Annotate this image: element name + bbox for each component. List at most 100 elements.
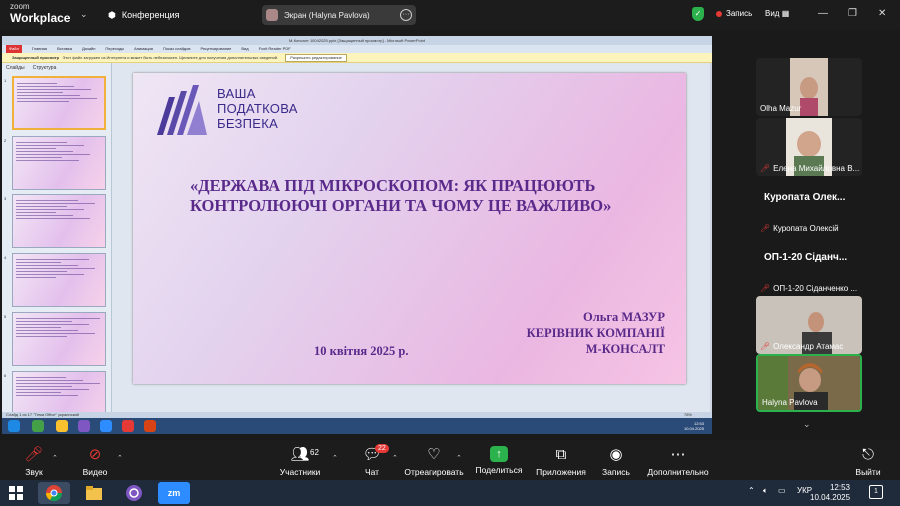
- security-shield-icon[interactable]: ✓: [692, 7, 704, 21]
- thumb-text-line: [16, 157, 62, 158]
- ppt-status-text: Слайд 1 из 17 "Тема Office" украинский: [6, 412, 79, 417]
- tab-slides[interactable]: Слайды: [6, 65, 25, 71]
- participant-tile[interactable]: 🎤︎ Олександр Атамас: [756, 296, 862, 354]
- ppt-ribbon-tab[interactable]: Анимация: [134, 45, 153, 53]
- participant-tile[interactable]: ОП-1-20 Сіданч... 🎤︎ ОП-1-20 Сіданченко .…: [756, 238, 862, 296]
- ppt-ribbon-tabs: Файл Главная Вставка Дизайн Переходы Анимация…: [2, 45, 712, 53]
- ppt-ribbon-tab[interactable]: Вид: [241, 45, 248, 53]
- participants-icon: 👥︎: [290, 446, 310, 463]
- participant-tile-active-speaker[interactable]: Halyna Pavlova: [756, 354, 862, 412]
- leave-button[interactable]: ⎋ Выйти: [828, 446, 900, 477]
- thumb-text-line: [16, 330, 78, 331]
- ppt-ribbon-tab[interactable]: Вставка: [57, 45, 72, 53]
- view-button[interactable]: Вид ▦: [765, 9, 789, 18]
- participant-name-text: Halyna Pavlova: [762, 398, 818, 407]
- slide-thumbnail[interactable]: [12, 76, 106, 130]
- thumb-text-line: [17, 86, 74, 87]
- tray-arrow-icon[interactable]: ⌃: [748, 486, 755, 495]
- remote-start-icon[interactable]: [8, 420, 20, 432]
- participant-tile[interactable]: 🎤︎ Елена Михайловна В...: [756, 118, 862, 176]
- remote-chrome2-icon[interactable]: [122, 420, 134, 432]
- screen-share-pill[interactable]: Экран (Halyna Pavlova) ···: [262, 5, 416, 25]
- conference-label: Конференция: [121, 10, 180, 20]
- leave-icon: ⎋: [862, 446, 874, 463]
- slide-date: 10 квітня 2025 р.: [314, 344, 409, 358]
- remote-folder-icon[interactable]: [56, 420, 68, 432]
- restore-icon[interactable]: ❐: [848, 8, 857, 19]
- slide-thumbnail[interactable]: [12, 253, 106, 307]
- chrome-taskbar-icon[interactable]: [38, 482, 70, 504]
- ppt-ribbon-tab[interactable]: Дизайн: [82, 45, 95, 53]
- ppt-ribbon-tab[interactable]: Показ слайдов: [163, 45, 191, 53]
- gallery-scroll-down-icon[interactable]: ⌄: [803, 419, 811, 430]
- thumb-text-line: [16, 333, 95, 334]
- minimize-icon[interactable]: —: [818, 8, 828, 19]
- remote-chrome-icon[interactable]: [32, 420, 44, 432]
- windows-clock[interactable]: 12:53 10.04.2025: [810, 483, 850, 503]
- viber-taskbar-icon[interactable]: [118, 482, 150, 504]
- slides-panel: Слайды Структура 1 2 3 4 5 6: [2, 63, 112, 425]
- participant-name: Halyna Pavlova: [762, 398, 818, 407]
- current-slide: ВАША ПОДАТКОВА БЕЗПЕКА «ДЕРЖАВА ПІД МІКР…: [133, 73, 686, 384]
- thumb-text-line: [17, 98, 97, 99]
- slide-thumbnail[interactable]: [12, 194, 106, 248]
- tab-outline[interactable]: Структура: [33, 65, 57, 71]
- thumb-text-line: [16, 386, 72, 387]
- thumb-text-line: [16, 212, 56, 213]
- ppt-ribbon-tab[interactable]: Рецензирование: [201, 45, 232, 53]
- chrome-icon: [46, 485, 62, 501]
- ppt-ribbon-tab[interactable]: Файл: [6, 45, 22, 53]
- remote-powerpoint-icon[interactable]: [144, 420, 156, 432]
- thumb-text-line: [16, 321, 72, 322]
- slide-thumb-number: 5: [4, 314, 7, 319]
- remote-zoom-icon[interactable]: [100, 420, 112, 432]
- close-icon[interactable]: ✕: [878, 8, 886, 19]
- clock-time: 12:53: [829, 483, 850, 492]
- remote-viber-icon[interactable]: [78, 420, 90, 432]
- logo-line-2: ПОДАТКОВА: [217, 101, 298, 116]
- ppt-ribbon-tab[interactable]: Foxit Reader PDF: [259, 45, 291, 53]
- thumb-text-line: [16, 200, 78, 201]
- ppt-ribbon-tab[interactable]: Переходы: [105, 45, 124, 53]
- notification-count: 1: [874, 488, 878, 495]
- reactions-label: Отреагировать: [404, 467, 464, 477]
- ppt-ribbon-tab[interactable]: Главная: [32, 45, 47, 53]
- protected-view-prefix: Защищенный просмотр: [12, 55, 60, 60]
- slide-thumbnail[interactable]: [12, 136, 106, 190]
- more-icon: ⋯: [670, 446, 686, 463]
- slide-author-block: Ольга МАЗУР КЕРІВНИК КОМПАНІЇ М-КОНСАЛТ: [503, 309, 665, 357]
- file-explorer-taskbar-icon[interactable]: [78, 482, 110, 504]
- video-button[interactable]: ⊘ Видео ⌃: [55, 446, 135, 477]
- chevron-down-icon[interactable]: ⌄: [80, 9, 88, 20]
- more-options-icon[interactable]: ···: [400, 9, 412, 21]
- network-icon[interactable]: ▭: [778, 486, 786, 495]
- ppt-scrollbar[interactable]: [710, 63, 712, 417]
- thumb-text-line: [16, 259, 89, 260]
- recording-indicator[interactable]: Запись: [716, 9, 752, 18]
- slide-thumb-number: 6: [4, 373, 7, 378]
- zoom-logo-workplace: Workplace: [10, 11, 71, 25]
- participant-name: 🎤︎ Куропата Олексій: [760, 224, 839, 233]
- windows-start-icon[interactable]: [0, 482, 32, 504]
- thumb-text-line: [16, 377, 66, 378]
- thumb-text-line: [16, 392, 61, 393]
- author-role: КЕРІВНИК КОМПАНІЇ: [526, 326, 665, 340]
- video-caret-icon[interactable]: ⌃: [117, 454, 123, 462]
- enable-editing-button[interactable]: Разрешить редактирование: [285, 54, 347, 62]
- zoom-taskbar-icon[interactable]: zm: [158, 482, 190, 504]
- participant-tile[interactable]: Куропата Олек... 🎤︎ Куропата Олексій: [756, 178, 862, 236]
- thumb-text-line: [16, 203, 95, 204]
- participants-button[interactable]: 👥︎ 62 Участники ⌃: [260, 446, 340, 477]
- slide-thumbnail[interactable]: [12, 312, 106, 366]
- participant-tile[interactable]: Olha Mazur: [756, 58, 862, 116]
- more-button[interactable]: ⋯ Дополнительно: [638, 446, 718, 477]
- speaker-icon[interactable]: 🔈︎: [763, 486, 768, 496]
- conference-info-button[interactable]: ⬢ Конференция: [108, 6, 180, 24]
- thumb-text-line: [16, 265, 78, 266]
- notification-center-icon[interactable]: 1: [869, 485, 883, 499]
- author-company: М-КОНСАЛТ: [585, 342, 665, 356]
- remote-taskbar: 12:53 10.04.2025: [2, 418, 712, 434]
- participant-name-text: Куропата Олексій: [773, 224, 839, 233]
- thumb-text-line: [16, 262, 61, 263]
- conference-icon: ⬢: [108, 9, 116, 20]
